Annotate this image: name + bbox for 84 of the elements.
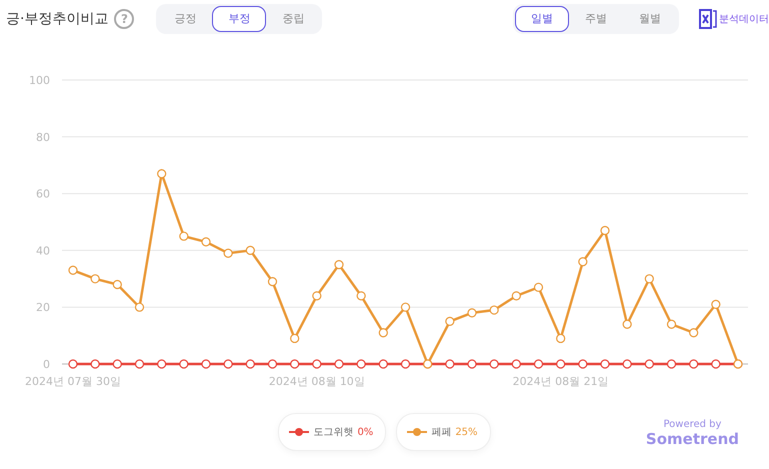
point — [179, 359, 188, 369]
point — [666, 320, 676, 329]
point — [68, 359, 78, 369]
point — [378, 359, 388, 369]
point — [356, 359, 366, 369]
point — [134, 359, 144, 369]
chart-title: 긍·부정추이비교 — [6, 10, 108, 28]
y-tick-label: 0 — [43, 358, 50, 371]
point — [268, 359, 278, 369]
point — [268, 277, 278, 286]
sentiment-tab[interactable]: 긍정 — [158, 6, 212, 32]
legend-item[interactable]: 도그위햇 0% — [278, 413, 386, 451]
sentiment-tab[interactable]: 중립 — [266, 6, 320, 32]
point — [578, 257, 588, 266]
point — [467, 308, 477, 318]
point — [711, 359, 720, 369]
powered-by-text: Powered by — [663, 418, 722, 430]
point — [334, 260, 344, 270]
point — [600, 226, 610, 236]
legend-share: 0% — [357, 426, 374, 438]
point — [578, 359, 588, 369]
point — [534, 359, 544, 369]
point — [290, 359, 300, 369]
point — [600, 359, 610, 369]
point — [644, 359, 654, 369]
period-tab[interactable]: 주별 — [569, 6, 623, 32]
point — [689, 359, 698, 369]
point — [312, 359, 322, 369]
point — [534, 282, 544, 292]
point — [356, 291, 366, 300]
x-tick-label: 2024년 07월 30일 — [25, 375, 121, 388]
x-tick-label: 2024년 08월 10일 — [268, 375, 365, 388]
brand-logo: Sometrend — [646, 430, 739, 448]
point — [224, 359, 233, 369]
point — [467, 359, 477, 369]
point — [400, 359, 410, 369]
point — [689, 328, 698, 338]
point — [201, 359, 211, 369]
point — [622, 359, 632, 369]
export-button[interactable]: 분석데이터 — [699, 8, 769, 28]
point — [179, 232, 188, 241]
point — [378, 328, 388, 338]
y-tick-label: 60 — [36, 188, 50, 201]
point — [666, 359, 676, 369]
point — [622, 320, 632, 329]
point — [134, 302, 144, 312]
y-tick-label: 80 — [36, 130, 50, 144]
x-tick-label: 2024년 08월 21일 — [512, 375, 609, 388]
point — [290, 334, 300, 344]
legend-label: 도그위햇 — [313, 426, 354, 439]
point — [556, 334, 566, 344]
point — [490, 359, 499, 369]
point — [201, 237, 211, 246]
point — [490, 305, 499, 315]
point — [711, 300, 720, 309]
y-tick-label: 20 — [36, 301, 50, 314]
point — [90, 359, 100, 369]
spreadsheet-icon — [699, 8, 717, 28]
point — [157, 359, 166, 369]
legend-item[interactable]: 페페 25% — [396, 413, 491, 451]
point — [334, 359, 344, 369]
point — [644, 274, 654, 284]
point — [512, 359, 521, 369]
legend-label: 페페 — [431, 426, 452, 439]
period-tab[interactable]: 일별 — [515, 6, 569, 32]
point — [90, 274, 100, 284]
point — [312, 291, 322, 300]
point — [112, 359, 122, 369]
point — [400, 302, 410, 312]
legend-share: 25% — [455, 426, 478, 438]
point — [246, 246, 255, 255]
point — [512, 291, 521, 300]
point — [157, 169, 166, 178]
y-tick-label: 100 — [29, 74, 50, 87]
point — [445, 316, 454, 326]
point — [246, 359, 255, 369]
point — [556, 359, 566, 369]
y-tick-label: 40 — [36, 244, 50, 258]
point — [68, 266, 78, 275]
point — [445, 359, 454, 369]
point — [112, 280, 122, 290]
period-tab[interactable]: 월별 — [623, 6, 677, 32]
sentiment-tab[interactable]: 부정 — [212, 6, 266, 32]
point — [224, 248, 233, 258]
